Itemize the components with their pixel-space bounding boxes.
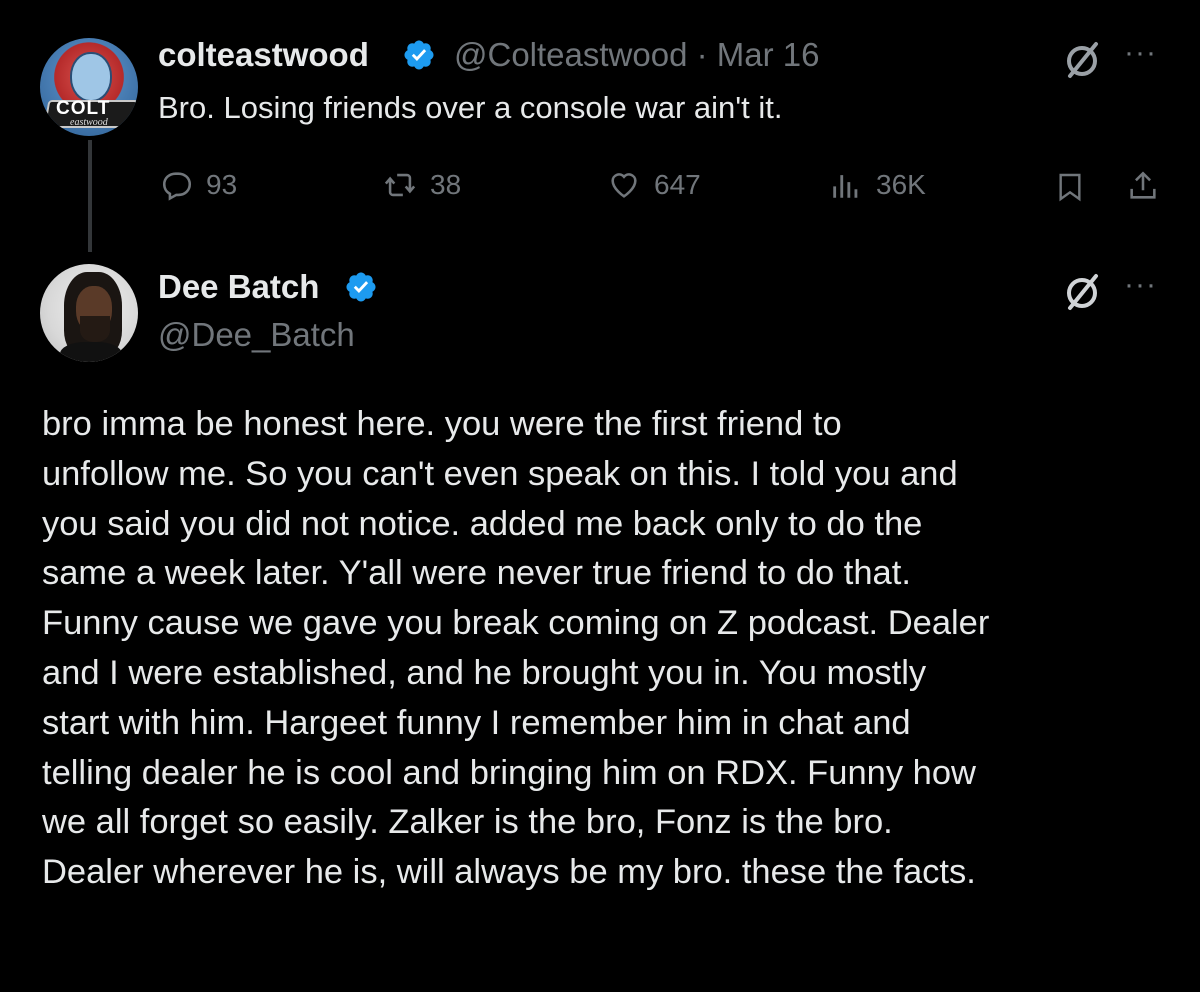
avatar-dee-batch[interactable] xyxy=(40,264,138,362)
text-line: we all forget so easily. Zalker is the b… xyxy=(42,803,893,842)
repost-count: 38 xyxy=(430,169,462,200)
repost-icon xyxy=(384,173,416,197)
repost-button[interactable]: 38 xyxy=(382,168,461,202)
text-line: bro imma be honest here. you were the fi… xyxy=(42,405,842,443)
text-line: Funny cause we gave you break coming on … xyxy=(42,604,990,643)
text-line: telling dealer he is cool and bringing h… xyxy=(42,753,976,792)
reply-author-handle[interactable]: @Dee_Batch xyxy=(158,316,355,354)
text-line: unfollow me. So you can't even speak on … xyxy=(42,454,958,493)
text-line: start with him. Hargeet funny I remember… xyxy=(42,703,911,742)
thread-connector-line xyxy=(88,140,92,252)
tweet-date[interactable]: Mar 16 xyxy=(717,36,820,73)
share-icon[interactable] xyxy=(1126,168,1160,204)
parent-tweet-text: Bro. Losing friends over a console war a… xyxy=(158,90,783,125)
avatar-beard xyxy=(80,316,110,342)
verified-badge-icon xyxy=(404,40,434,70)
verified-badge-icon xyxy=(346,272,376,302)
reply-tweet-text: bro imma be honest here. you were the fi… xyxy=(42,400,1172,898)
reply-author-name[interactable]: Dee Batch xyxy=(158,268,319,306)
views-icon xyxy=(833,175,858,198)
view-count: 36K xyxy=(876,169,926,200)
more-options-icon[interactable]: ··· xyxy=(1124,268,1157,302)
text-line: same a week later. Y'all were never true… xyxy=(42,554,911,593)
views-button[interactable]: 36K xyxy=(828,168,926,202)
parent-author-name[interactable]: colteastwood xyxy=(158,36,369,74)
avatar-shirt xyxy=(60,342,122,362)
heart-icon xyxy=(611,173,637,198)
reply-icon xyxy=(162,172,192,201)
reply-count: 93 xyxy=(206,169,238,200)
dot-separator: · xyxy=(696,36,708,73)
grok-icon[interactable] xyxy=(1062,40,1102,80)
avatar-colteastwood[interactable]: COLT eastwood xyxy=(40,38,138,136)
bookmark-icon[interactable] xyxy=(1054,170,1086,204)
reply-button[interactable]: 93 xyxy=(160,168,237,202)
parent-author-handle[interactable]: @Colteastwood · Mar 16 xyxy=(454,36,820,74)
grok-icon[interactable] xyxy=(1062,272,1102,312)
text-line: you said you did not notice. added me ba… xyxy=(42,504,923,543)
avatar-face xyxy=(70,52,112,102)
more-options-icon[interactable]: ··· xyxy=(1124,36,1157,70)
like-count: 647 xyxy=(654,169,701,200)
avatar-logo-subtext: eastwood xyxy=(70,117,108,128)
text-line: Dealer wherever he is, will always be my… xyxy=(42,853,976,892)
text-line: and I were established, and he brought y… xyxy=(42,653,927,692)
handle-text: @Colteastwood xyxy=(454,36,688,73)
like-button[interactable]: 647 xyxy=(606,168,701,202)
